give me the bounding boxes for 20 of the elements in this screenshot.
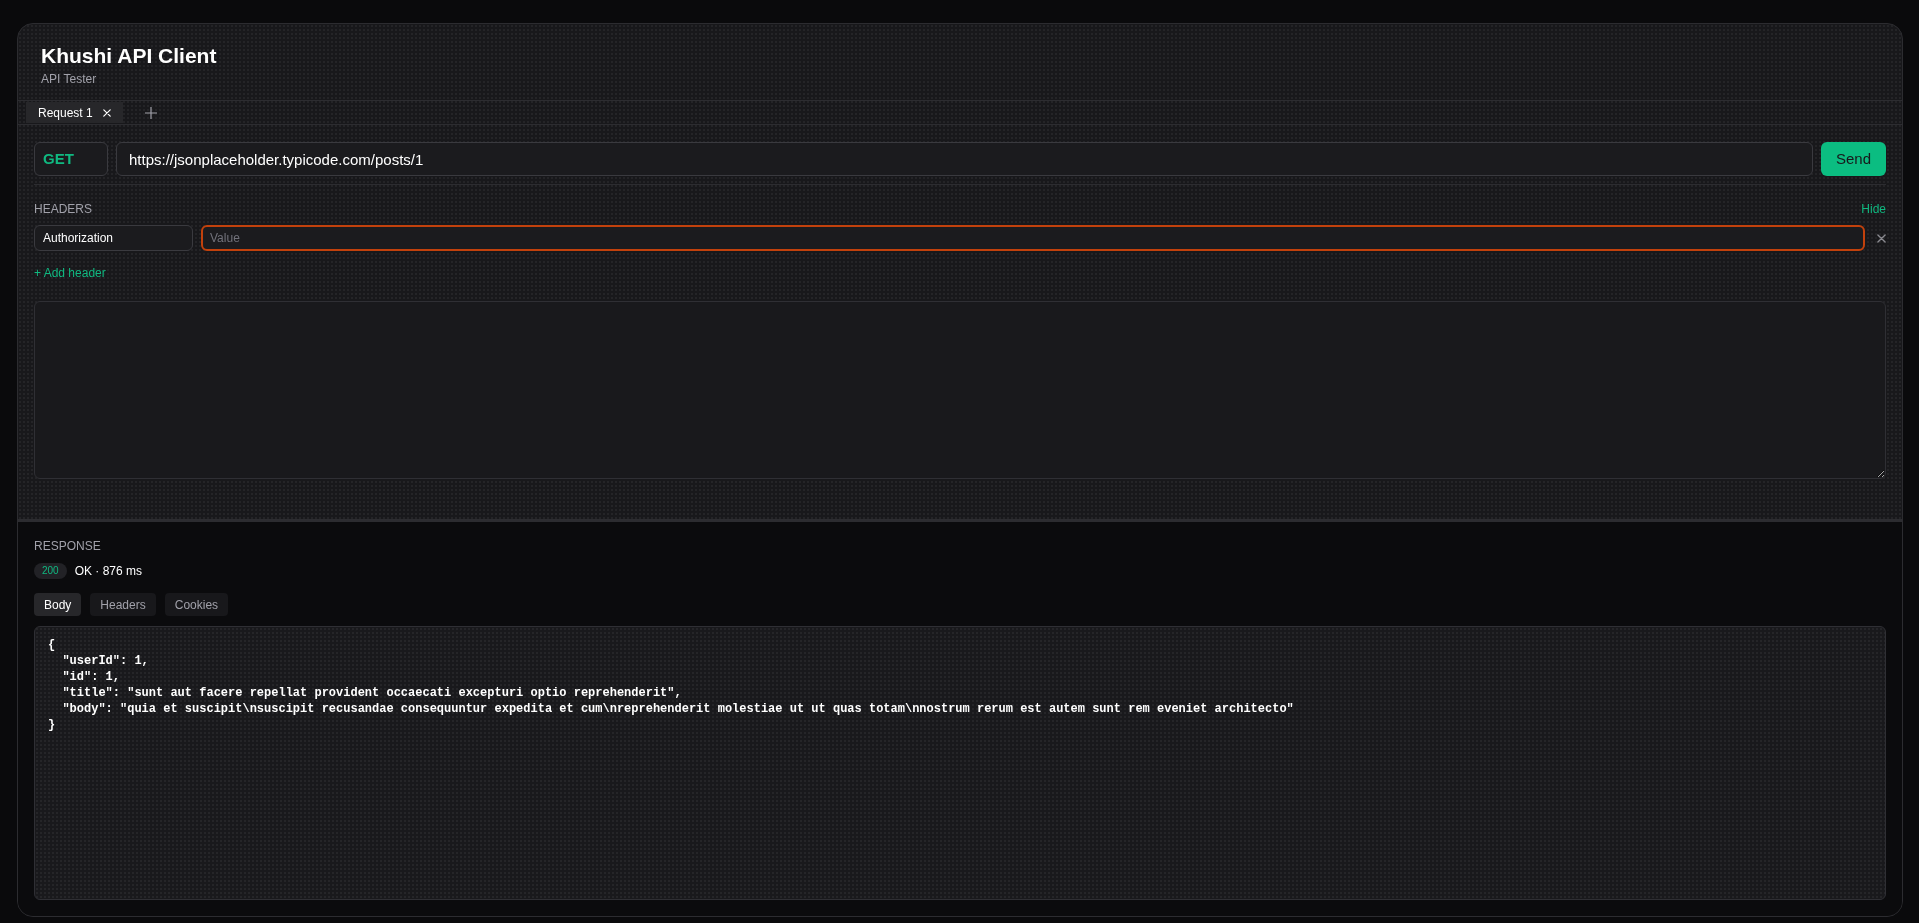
method-select[interactable]: GET xyxy=(34,142,108,176)
add-header-link[interactable]: + Add header xyxy=(34,264,106,282)
status-text: OK · 876 ms xyxy=(74,563,143,580)
response-tab[interactable]: Headers xyxy=(90,593,156,616)
plus-icon[interactable] xyxy=(144,106,157,119)
header-value-field[interactable]: Value xyxy=(201,225,1865,251)
response-json: { "userId": 1, "id": 1, "title": "sunt aut facere repellat provident occaecati excepturi optio reprehenderit", "body": "quia et suscipit\nsuscipit recusandae consequuntur expedita et cum\nreprehenderit molestiae ut ut quas totam\nnostrum rerum est autem sunt rem eveniet architecto" } xyxy=(48,637,1294,733)
headers-label: HEADERS xyxy=(34,200,92,218)
app-title: Khushi API Client xyxy=(41,43,217,69)
response-label: RESPONSE xyxy=(34,539,101,554)
response-tab[interactable]: Body xyxy=(34,593,82,616)
response-tab[interactable]: Cookies xyxy=(164,593,229,616)
request-tab[interactable]: Request 1 xyxy=(26,102,123,123)
status-badge: 200 xyxy=(34,563,67,579)
app-subtitle: API Tester xyxy=(41,71,97,87)
body-field[interactable] xyxy=(34,301,1886,479)
send-button[interactable]: Send xyxy=(1821,142,1886,176)
header-key-field[interactable]: Authorization xyxy=(34,225,193,251)
url-field[interactable]: https://jsonplaceholder.typicode.com/posts/1 xyxy=(116,142,1813,176)
hide-headers-link[interactable]: Hide xyxy=(1861,199,1886,218)
